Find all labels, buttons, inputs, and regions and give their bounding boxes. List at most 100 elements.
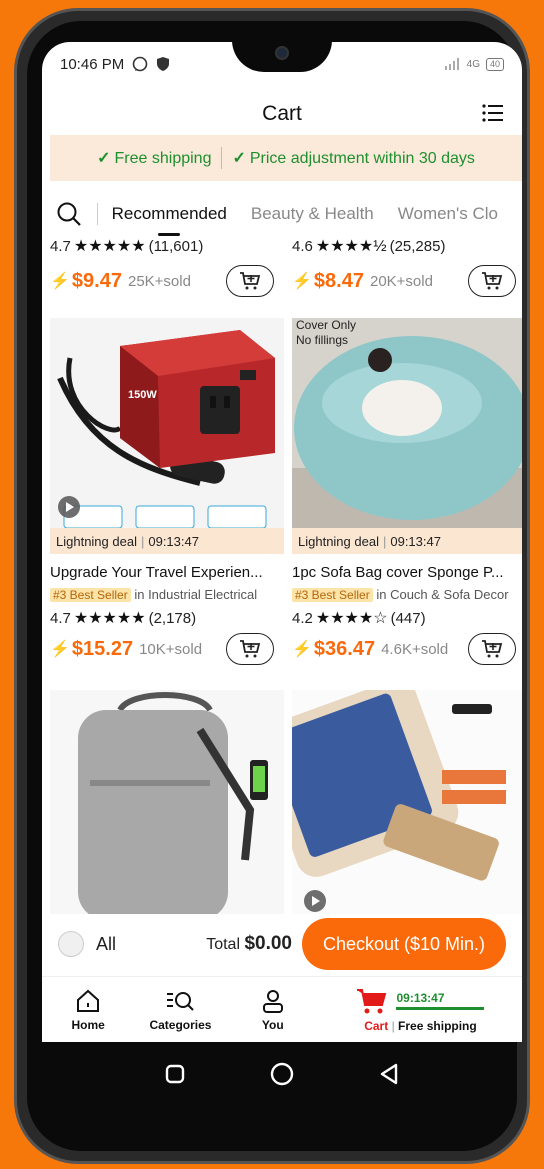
bottom-navigation: Home Categories You 09:13:47 Cart | Free… (42, 976, 522, 1042)
sofa-bag-image (292, 318, 522, 528)
cart-icon (357, 988, 387, 1013)
lightning-icon: ⚡ (292, 273, 312, 290)
product-title[interactable]: Upgrade Your Travel Experien... (50, 564, 284, 581)
cart-timer: 09:13:47 (396, 991, 445, 1005)
whatsapp-icon (132, 56, 148, 72)
product-rating: 4.6 ★★★★½ (25,285) (292, 237, 446, 256)
price-line: ⚡ $8.47 20K+sold (292, 264, 522, 298)
product-image[interactable] (50, 690, 284, 920)
tab-recommended[interactable]: Recommended (112, 204, 227, 224)
list-menu-icon[interactable] (480, 100, 506, 126)
lightning-icon: ⚡ (50, 273, 70, 290)
tab-beauty-health[interactable]: Beauty & Health (251, 204, 374, 224)
circle-icon (270, 1062, 294, 1086)
category-tabs: Recommended Beauty & Health Women's Clo (42, 192, 522, 236)
add-cart-icon (240, 640, 261, 658)
sold-count: 10K+sold (139, 640, 203, 658)
star-rating-icon: ★★★★★ (73, 610, 146, 627)
product-price: $8.47 (313, 269, 364, 292)
nav-you[interactable]: You (227, 977, 319, 1042)
square-icon (165, 1064, 184, 1084)
search-icon (57, 202, 82, 226)
product-price: $15.27 (71, 637, 134, 660)
best-seller-line: #3 Best Seller in Industrial Electrical (50, 587, 284, 602)
nav-cart[interactable]: 09:13:47 Cart | Free shipping (319, 977, 522, 1042)
price-adjust-note: ✓ Price adjustment within 30 days (232, 150, 475, 167)
tabs-divider (96, 203, 98, 225)
user-icon (262, 989, 283, 1013)
network-type: 4G (466, 58, 480, 70)
product-rating: 4.7 ★★★★★ (2,178) (50, 609, 197, 628)
product-title[interactable]: 1pc Sofa Bag cover Sponge P... (292, 564, 522, 581)
page-header: Cart (42, 94, 522, 134)
banner-divider (221, 147, 223, 169)
select-all-radio[interactable] (58, 931, 84, 957)
price-line: ⚡ $36.47 4.6K+sold (292, 632, 522, 666)
star-rating-icon: ★★★★★ (73, 238, 146, 255)
lightning-deal-bar: Lightning deal | 09:13:47 (50, 528, 284, 554)
product-price: $9.47 (71, 269, 122, 292)
price-line: ⚡ $15.27 10K+sold (50, 632, 284, 666)
home-system-button[interactable] (269, 1061, 295, 1087)
image-caption: Cover Only No fillings (296, 318, 357, 347)
star-rating-icon: ★★★★☆ (315, 610, 388, 627)
cart-total: Total $0.00 (206, 933, 292, 954)
add-to-cart-button[interactable] (226, 633, 274, 665)
select-all-label[interactable]: All (96, 934, 116, 955)
product-card[interactable]: 4.7 ★★★★★ (11,601) ⚡ $9.47 25K+sold (50, 236, 284, 298)
backpack-image (50, 690, 284, 920)
deal-timer: 09:13:47 (390, 533, 441, 549)
timer-progress-bar (396, 1007, 485, 1010)
lightning-icon: ⚡ (292, 641, 312, 658)
nav-categories[interactable]: Categories (134, 977, 226, 1042)
check-icon: ✓ (232, 150, 246, 167)
star-rating-icon: ★★★★½ (315, 238, 387, 255)
checkout-bar: All Total $0.00 Checkout ($10 Min.) (42, 914, 522, 974)
add-to-cart-button[interactable] (468, 265, 516, 297)
triangle-back-icon (381, 1063, 398, 1085)
categories-search-icon (167, 991, 195, 1011)
add-cart-icon (240, 272, 261, 290)
add-to-cart-button[interactable] (468, 633, 516, 665)
inverter-image: 150W (50, 318, 284, 528)
flash-drive-image (292, 690, 522, 920)
product-rating: 4.7 ★★★★★ (11,601) (50, 237, 204, 256)
checkout-button[interactable]: Checkout ($10 Min.) (302, 918, 506, 970)
status-bar: 10:46 PM 4G 40 (42, 42, 522, 86)
product-image[interactable]: 150W (50, 318, 284, 528)
video-play-icon[interactable] (58, 496, 80, 518)
product-image[interactable]: Cover Only No fillings (292, 318, 522, 528)
battery-icon: 40 (485, 57, 504, 71)
sold-count: 20K+sold (369, 272, 433, 290)
lightning-deal-bar: Lightning deal | 09:13:47 (292, 528, 522, 554)
shipping-banner: ✓ Free shipping ✓ Price adjustment within … (50, 135, 522, 181)
lightning-icon: ⚡ (50, 641, 70, 658)
inverter-label: 150W (128, 389, 157, 401)
cart-label: Cart | Free shipping (364, 1018, 477, 1033)
best-seller-line: #3 Best Seller in Couch & Sofa Decor (292, 587, 522, 602)
back-button[interactable] (378, 1062, 400, 1086)
add-cart-icon (482, 272, 503, 290)
free-shipping-note: ✓ Free shipping (97, 150, 212, 167)
add-to-cart-button[interactable] (226, 265, 274, 297)
product-image[interactable] (292, 690, 522, 920)
sold-count: 25K+sold (127, 272, 191, 290)
recents-button[interactable] (164, 1063, 186, 1085)
page-title: Cart (262, 102, 302, 125)
video-play-icon[interactable] (304, 890, 326, 912)
nav-home[interactable]: Home (42, 977, 134, 1042)
product-card[interactable]: 4.6 ★★★★½ (25,285) ⚡ $8.47 20K+sold (292, 236, 522, 298)
product-price: $36.47 (313, 637, 376, 660)
search-button[interactable] (42, 192, 97, 236)
system-navigation (42, 1042, 522, 1106)
tab-womens-clothing[interactable]: Women's Clo (398, 204, 498, 224)
app-screen: 10:46 PM 4G 40 Cart ✓ Free shipping ✓ Pric… (42, 42, 522, 1042)
check-icon: ✓ (97, 150, 111, 167)
home-icon (77, 989, 100, 1012)
best-seller-badge: #3 Best Seller (50, 588, 131, 602)
price-line: ⚡ $9.47 25K+sold (50, 264, 284, 298)
shield-icon (157, 57, 170, 71)
status-time: 10:46 PM (60, 55, 125, 73)
deal-timer: 09:13:47 (148, 533, 199, 549)
add-cart-icon (482, 640, 503, 658)
